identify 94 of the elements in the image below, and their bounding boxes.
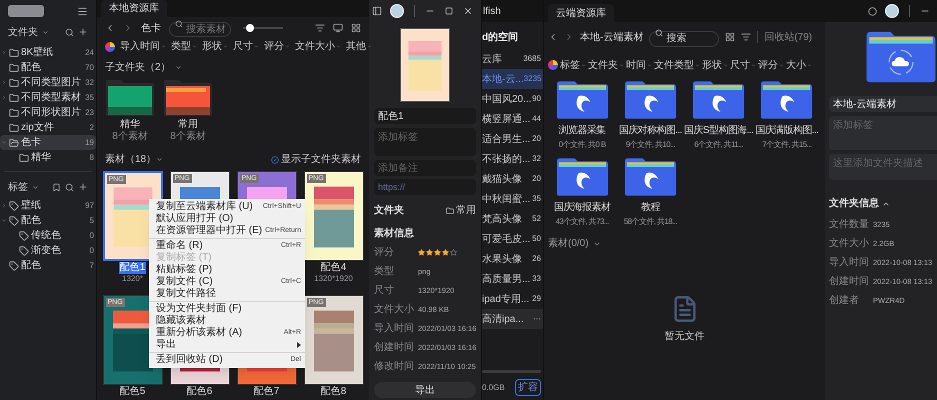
asset-name: 配色8	[320, 386, 346, 398]
item-label: 适合男生...	[482, 132, 530, 146]
folder-name: 常用	[178, 120, 198, 130]
info-label: 导入时间	[374, 322, 414, 336]
item-count: 7	[90, 260, 94, 272]
folder-info: 7个文件, 共15...	[762, 139, 812, 151]
info-label: 创建时间	[829, 274, 869, 289]
item-count: 33	[532, 273, 541, 285]
folder-name: 精华	[120, 120, 140, 130]
breadcrumb: 色卡	[141, 22, 161, 36]
item-label: 壁纸	[21, 200, 41, 210]
folder-count: 8个素材	[170, 132, 206, 142]
item-label: 不同形状图片	[21, 108, 81, 118]
item-count: 35	[85, 92, 94, 104]
item-label: 传统色	[31, 230, 61, 240]
item-label: 本地-云...	[482, 72, 524, 86]
info-label: 创建者	[829, 294, 860, 308]
item-count: 24	[85, 46, 94, 58]
item-count: 35	[532, 193, 541, 205]
breadcrumb: 本地-云端素材	[580, 30, 644, 44]
item-label: 配色	[21, 216, 41, 226]
window-title: lfish	[483, 4, 501, 18]
item-label: 配色	[21, 62, 41, 72]
item-label: 梵高头像	[482, 212, 522, 226]
item-label: zip文件	[21, 122, 54, 132]
menu-label: 复制文件 (C)	[156, 276, 213, 288]
item-count: 3235	[524, 73, 542, 85]
item-label: 云库	[482, 52, 502, 66]
item-label: 不张扬的...	[482, 152, 530, 166]
asset-name: 配色6	[186, 386, 212, 398]
asset-name: 配色4	[320, 262, 346, 274]
item-label: ipad专用...	[482, 292, 530, 306]
info-label: 文件数量	[829, 218, 869, 232]
item-label: 可爱毛皮...	[482, 232, 530, 246]
item-label: 高质量男...	[482, 272, 530, 286]
menu-label: 粘贴标签 (P)	[156, 264, 212, 276]
item-label: 中国风20...	[482, 92, 532, 106]
item-label: 不同类型图片	[21, 78, 81, 88]
item-count: 2	[90, 122, 94, 134]
item-count: 3685	[523, 53, 541, 65]
empty-message: 暂无文件	[664, 330, 704, 344]
item-label: 渐变色	[31, 246, 61, 256]
asset-size: 1320*	[122, 274, 143, 284]
section-title: 素材信息	[374, 226, 415, 241]
section-title: 文件夹信息	[829, 196, 879, 211]
info-label: 创建时间	[374, 340, 414, 355]
item-count: 50	[532, 233, 541, 245]
item-count: 20	[532, 173, 541, 185]
space-title: d的空间	[482, 30, 520, 45]
asset-name: 配色5	[120, 386, 146, 398]
item-label: 8K壁纸	[21, 48, 54, 58]
item-count: 97	[85, 200, 94, 212]
item-label: 色卡	[21, 138, 41, 148]
info-label: 尺寸	[374, 284, 395, 298]
folder-count: 8个素材	[112, 132, 148, 142]
item-label: 不同类型素材	[21, 92, 81, 102]
info-label: 文件大小	[374, 302, 414, 317]
asset-name: 配色7	[254, 386, 280, 398]
item-count: 20	[532, 133, 541, 145]
folder-info: 9个文件, 共10...	[626, 139, 675, 151]
info-label: 评分	[374, 246, 395, 260]
item-count: 23	[85, 106, 94, 118]
folder-info: 58个文件, 共18...	[624, 216, 677, 228]
info-label: 导入时间	[829, 256, 869, 270]
item-label: 精华	[31, 152, 51, 162]
item-label: 横竖屏通...	[482, 112, 530, 126]
section-title: 文件夹	[374, 204, 404, 218]
item-label: 高清ipa...	[482, 312, 524, 326]
item-count: 90	[532, 93, 541, 105]
folder-info: 0个文件, 共0 B	[558, 139, 606, 151]
info-label: 类型	[374, 264, 395, 279]
item-count: 5	[90, 214, 94, 226]
item-count: 32	[532, 153, 541, 165]
item-count: 70	[85, 62, 94, 74]
item-label: 配色	[21, 260, 41, 270]
folder-info: 6个文件, 共11...	[694, 139, 743, 151]
item-label: 水果头像	[482, 252, 522, 266]
folder-info: 43个文件, 共73...	[556, 216, 609, 228]
asset-size: 1320*1920	[314, 274, 353, 284]
item-label: 戴猫头像	[482, 172, 522, 186]
info-label: 修改时间	[374, 360, 414, 374]
info-label: 文件大小	[829, 236, 869, 251]
asset-name: 配色1	[118, 262, 146, 274]
item-count: 0	[90, 230, 94, 242]
item-count: 19	[85, 136, 94, 148]
item-label: 中秋闺蜜...	[482, 192, 530, 206]
item-count: 52	[532, 213, 541, 225]
item-count: 0	[90, 244, 94, 256]
item-count: 26	[532, 253, 541, 265]
item-count: 29	[532, 293, 541, 305]
storage-text: 0.0GB	[482, 382, 505, 394]
item-count: 44	[532, 113, 541, 125]
item-count: 32	[85, 76, 94, 88]
item-count: 8	[90, 152, 94, 164]
